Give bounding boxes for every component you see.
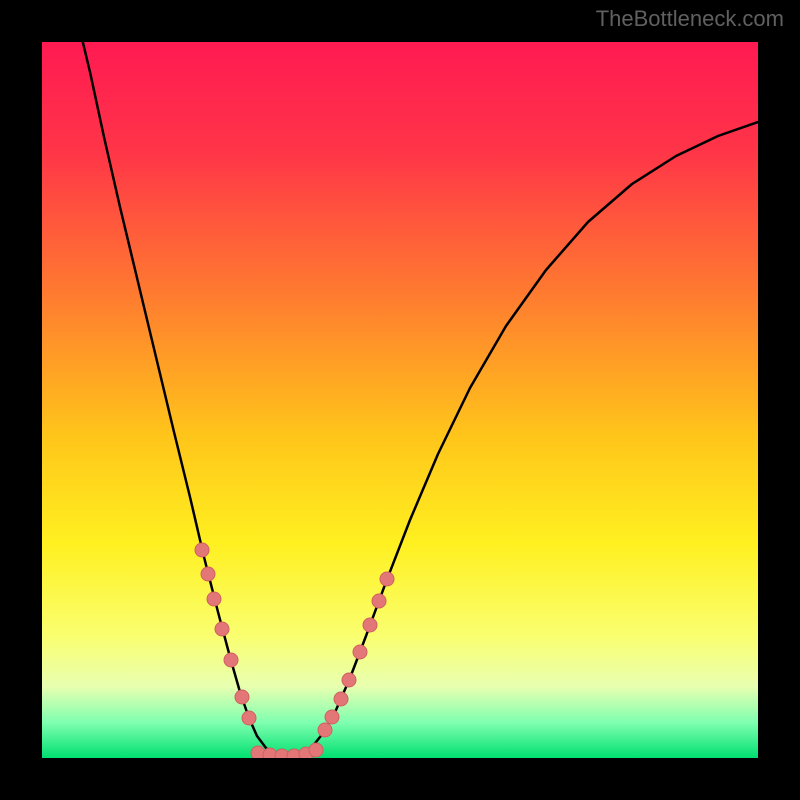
- data-markers: [195, 543, 394, 758]
- watermark-text: TheBottleneck.com: [596, 6, 784, 32]
- curve-layer: [42, 42, 758, 758]
- chart-frame: TheBottleneck.com: [0, 0, 800, 800]
- plot-area: [42, 42, 758, 758]
- bottleneck-curve: [78, 42, 758, 758]
